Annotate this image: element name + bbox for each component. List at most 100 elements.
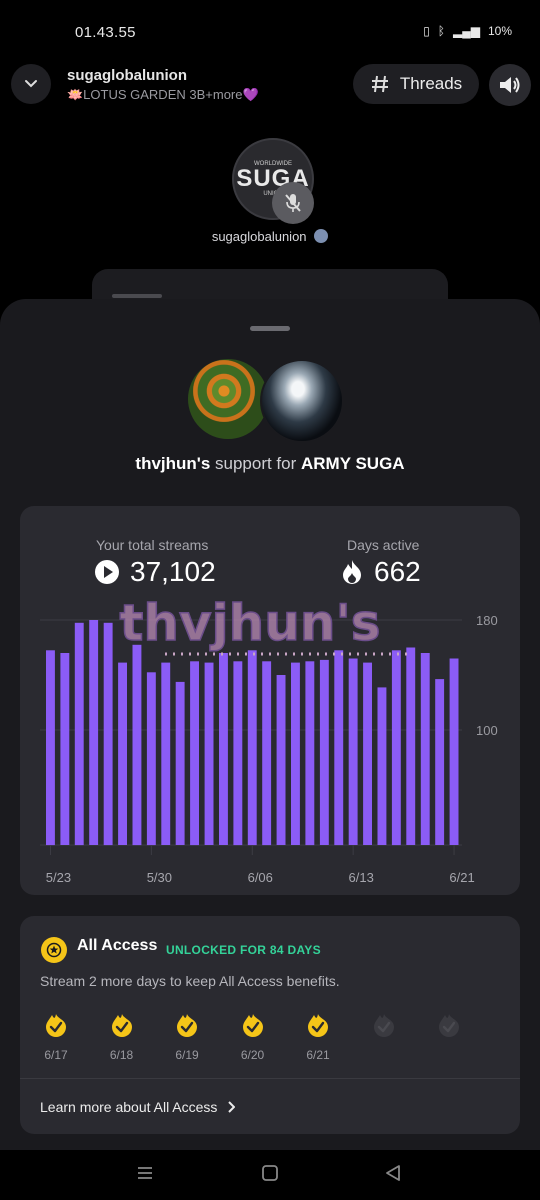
streams-chart: 5/23 5/30 6/06 6/13 6/21 180 100 thvjhun's <box>40 593 498 885</box>
status-time: 01.43.55 <box>75 24 136 41</box>
vibrate-icon: ▯ <box>423 24 430 38</box>
bluetooth-icon: ᛒ <box>437 24 445 38</box>
system-nav-bar <box>0 1150 540 1200</box>
chart-bar <box>276 675 286 845</box>
chart-bar <box>175 681 185 845</box>
streak-day: 6/18 <box>92 1013 152 1062</box>
streak-day-label: 6/21 <box>306 1048 330 1062</box>
support-artist: ARMY SUGA <box>301 454 405 473</box>
streak-pending-icon <box>439 1014 459 1037</box>
username-text: sugaglobalunion <box>211 229 307 244</box>
chart-bar <box>89 620 99 845</box>
streak-check-icon <box>46 1014 66 1037</box>
streak-day: 6/17 <box>26 1013 86 1062</box>
days-stat: 662 <box>340 556 421 588</box>
chart-bar <box>204 662 214 845</box>
streak-day-label: 6/18 <box>109 1048 134 1062</box>
recents-icon[interactable] <box>136 1164 154 1182</box>
all-access-description: Stream 2 more days to keep All Access be… <box>40 973 340 989</box>
chart-bar <box>132 644 142 846</box>
chart-bar <box>219 653 228 845</box>
streak-day: 6/20 <box>223 1013 283 1062</box>
chart-bar <box>161 662 171 845</box>
chart-bar <box>247 650 257 846</box>
artist-profile-picture <box>260 359 344 443</box>
streams-stat: 37,102 <box>94 556 216 588</box>
battery-text: 10% <box>487 24 512 38</box>
streak-day <box>354 1013 414 1048</box>
chart-bar <box>319 659 329 845</box>
chart-bar <box>363 662 372 845</box>
streak-pending-icon <box>373 1014 394 1037</box>
chart-bar <box>118 662 127 845</box>
support-user: thvjhun's <box>135 454 211 473</box>
status-icons: ▯ ᛒ ▂▄▆ 10% <box>423 24 512 38</box>
chart-bar <box>334 650 344 846</box>
chart-bar <box>146 672 156 846</box>
x-tick-label: 6/06 <box>248 870 273 885</box>
user-profile-picture <box>188 359 268 439</box>
streak-day-label: 6/17 <box>44 1048 68 1062</box>
flame-icon <box>343 560 361 584</box>
back-icon[interactable] <box>384 1164 402 1182</box>
group-name[interactable]: sugaglobalunion <box>67 67 187 84</box>
hashtag-icon <box>371 75 388 93</box>
watermark-text: thvjhun's <box>119 594 380 652</box>
x-tick-label: 5/23 <box>46 870 71 885</box>
streak-check-icon <box>242 1014 263 1037</box>
chart-bar <box>435 679 445 845</box>
threads-button[interactable]: Threads <box>353 64 479 104</box>
verified-badge-icon <box>314 229 329 243</box>
support-middle: support for <box>210 454 301 473</box>
chart-bar <box>391 650 401 846</box>
chart-bar <box>190 661 199 846</box>
x-tick-label: 6/21 <box>449 870 474 885</box>
chart-bar <box>420 653 430 845</box>
streak-day: 6/21 <box>288 1013 348 1062</box>
play-icon <box>95 560 119 584</box>
days-label: Days active <box>347 537 420 553</box>
chart-bar <box>103 622 113 846</box>
sound-button[interactable] <box>489 64 531 106</box>
threads-label: Threads <box>399 74 463 93</box>
streak-day-label: 6/19 <box>175 1048 199 1062</box>
chart-bar <box>46 650 55 846</box>
star-badge-icon <box>41 937 67 963</box>
y-tick-label: 180 <box>476 613 498 628</box>
streak-day <box>419 1013 479 1048</box>
chart-bar <box>74 622 84 846</box>
username-row: sugaglobalunion <box>0 229 540 244</box>
learn-more-label: Learn more about All Access <box>40 1099 218 1115</box>
signal-icon: ▂▄▆ <box>453 24 480 38</box>
mic-muted-icon <box>272 182 314 224</box>
x-tick-label: 5/30 <box>147 870 172 885</box>
divider <box>20 1078 520 1079</box>
chart-bar <box>449 658 459 845</box>
chart-bar <box>60 653 70 845</box>
support-heading: thvjhun's support for ARMY SUGA <box>0 454 540 474</box>
days-value: 662 <box>374 556 421 587</box>
sheet-drag-handle[interactable] <box>250 326 290 331</box>
chart-bar <box>406 647 416 845</box>
chart-bar <box>291 662 300 845</box>
streak-check-icon <box>308 1014 328 1037</box>
home-icon[interactable] <box>261 1164 279 1182</box>
collapse-button[interactable] <box>11 64 51 104</box>
background-sheet-handle <box>112 294 162 298</box>
chevron-right-icon <box>228 1101 236 1113</box>
x-tick-label: 6/13 <box>349 870 374 885</box>
y-tick-label: 100 <box>476 723 498 738</box>
chart-bar <box>233 661 243 846</box>
streams-label: Your total streams <box>96 537 209 553</box>
chart-bar <box>348 658 358 845</box>
streak-check-icon <box>177 1014 197 1037</box>
unlocked-badge: UNLOCKED FOR 84 DAYS <box>166 943 321 957</box>
chart-bar <box>262 661 272 846</box>
group-subtitle: 🪷LOTUS GARDEN 3B+more💜 <box>67 87 259 102</box>
all-access-title: All Access <box>77 937 158 954</box>
chevron-down-icon <box>25 80 37 88</box>
chart-bar <box>377 687 387 845</box>
chart-bar <box>305 661 315 846</box>
streams-value: 37,102 <box>130 556 216 587</box>
learn-more-link[interactable]: Learn more about All Access <box>40 1099 236 1115</box>
